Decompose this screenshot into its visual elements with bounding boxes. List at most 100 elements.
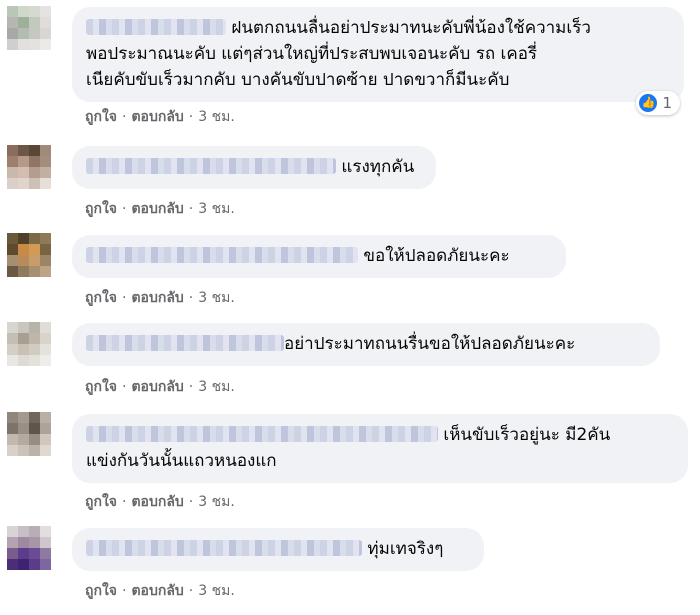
avatar-pixel xyxy=(18,167,29,178)
avatar-pixel xyxy=(40,322,51,333)
avatar-pixel xyxy=(7,145,18,156)
avatar-pixel xyxy=(29,344,40,355)
avatar-pixel xyxy=(7,255,18,266)
avatar-pixel xyxy=(18,526,29,537)
blurred-author-name[interactable] xyxy=(86,426,438,442)
avatar-pixel xyxy=(7,178,18,189)
avatar-pixel xyxy=(18,233,29,244)
avatar-pixel xyxy=(18,537,29,548)
avatar[interactable] xyxy=(7,233,51,277)
avatar-pixel xyxy=(40,145,51,156)
comment-bubble: ทุ่มเทจริงๆ xyxy=(72,528,484,571)
avatar-pixel xyxy=(18,178,29,189)
comment-bubble: แรงทุกคัน xyxy=(72,146,436,189)
comment-bubble: เห็นขับเร็วอยู่นะ มี2คัน แข่งกันวันนั้นแ… xyxy=(72,414,688,483)
avatar-pixel xyxy=(29,526,40,537)
avatar-pixel xyxy=(18,156,29,167)
avatar[interactable] xyxy=(7,6,51,50)
blurred-author-name[interactable] xyxy=(86,335,284,351)
like-button[interactable]: ถูกใจ xyxy=(85,494,117,510)
avatar-pixel xyxy=(29,233,40,244)
avatar-pixel xyxy=(40,167,51,178)
avatar-pixel xyxy=(18,39,29,50)
like-button[interactable]: ถูกใจ xyxy=(85,583,117,599)
thumbs-up-icon: 👍 xyxy=(639,94,658,112)
avatar-pixel xyxy=(7,28,18,39)
avatar-pixel xyxy=(18,322,29,333)
avatar-pixel xyxy=(40,559,51,570)
avatar-pixel xyxy=(7,17,18,28)
avatar-pixel xyxy=(18,412,29,423)
avatar-pixel xyxy=(40,244,51,255)
avatar-pixel xyxy=(40,355,51,366)
avatar-pixel xyxy=(18,559,29,570)
avatar-pixel xyxy=(40,17,51,28)
avatar-pixel xyxy=(40,423,51,434)
avatar-pixel xyxy=(18,17,29,28)
avatar[interactable] xyxy=(7,412,51,456)
blurred-author-name[interactable] xyxy=(86,247,358,263)
avatar-pixel xyxy=(7,344,18,355)
avatar-pixel xyxy=(7,423,18,434)
avatar-pixel xyxy=(29,178,40,189)
reply-button[interactable]: ตอบกลับ xyxy=(131,583,183,599)
avatar[interactable] xyxy=(7,145,51,189)
avatar-pixel xyxy=(18,255,29,266)
timestamp[interactable]: 3 ชม. xyxy=(198,494,235,510)
comment-text-line: ทุ่มเทจริงๆ xyxy=(367,539,444,559)
avatar-pixel xyxy=(7,244,18,255)
avatar-pixel xyxy=(29,6,40,17)
like-button[interactable]: ถูกใจ xyxy=(85,201,117,217)
avatar-pixel xyxy=(7,412,18,423)
timestamp[interactable]: 3 ชม. xyxy=(198,109,235,125)
avatar-pixel xyxy=(18,6,29,17)
avatar-pixel xyxy=(18,344,29,355)
timestamp[interactable]: 3 ชม. xyxy=(198,290,235,306)
avatar-pixel xyxy=(40,156,51,167)
avatar-pixel xyxy=(18,244,29,255)
avatar-pixel xyxy=(40,537,51,548)
avatar-pixel xyxy=(29,355,40,366)
timestamp[interactable]: 3 ชม. xyxy=(198,583,235,599)
timestamp[interactable]: 3 ชม. xyxy=(198,379,235,395)
avatar-pixel xyxy=(18,445,29,456)
comment-text-line: แข่งกันวันนั้นแถวหนองแก xyxy=(86,451,277,471)
reaction-count-badge[interactable]: 👍 1 xyxy=(636,91,680,115)
avatar-pixel xyxy=(18,333,29,344)
avatar-pixel xyxy=(29,445,40,456)
avatar-pixel xyxy=(29,548,40,559)
like-button[interactable]: ถูกใจ xyxy=(85,109,117,125)
avatar-pixel xyxy=(40,344,51,355)
avatar-pixel xyxy=(40,412,51,423)
avatar-pixel xyxy=(29,39,40,50)
avatar[interactable] xyxy=(7,526,51,570)
avatar-pixel xyxy=(29,266,40,277)
blurred-author-name[interactable] xyxy=(86,19,226,35)
comment-text-line: เนียคับขับเร็วมากคับ บางคันขับปาดซ้าย ปา… xyxy=(86,70,510,90)
blurred-author-name[interactable] xyxy=(86,540,362,556)
avatar-pixel xyxy=(40,39,51,50)
reply-button[interactable]: ตอบกลับ xyxy=(131,201,183,217)
like-button[interactable]: ถูกใจ xyxy=(85,290,117,306)
comment-actions: ถูกใจ · ตอบกลับ · 3 ชม. xyxy=(85,109,235,125)
avatar[interactable] xyxy=(7,322,51,366)
avatar-pixel xyxy=(40,255,51,266)
avatar-pixel xyxy=(29,322,40,333)
like-button[interactable]: ถูกใจ xyxy=(85,379,117,395)
avatar-pixel xyxy=(7,266,18,277)
comment-text-line: ขอให้ปลอดภัยนะคะ xyxy=(363,246,510,266)
avatar-pixel xyxy=(18,548,29,559)
blurred-author-name[interactable] xyxy=(86,158,336,174)
avatar-pixel xyxy=(29,244,40,255)
reply-button[interactable]: ตอบกลับ xyxy=(131,379,183,395)
comment-text-line: แรงทุกคัน xyxy=(341,157,415,177)
avatar-pixel xyxy=(18,145,29,156)
avatar-pixel xyxy=(40,233,51,244)
reply-button[interactable]: ตอบกลับ xyxy=(131,494,183,510)
comment-text-line: พอประมาณนะคับ แต่ๆส่วนใหญ่ที่ประสบพบเจอน… xyxy=(86,44,538,64)
avatar-pixel xyxy=(7,233,18,244)
timestamp[interactable]: 3 ชม. xyxy=(198,201,235,217)
reply-button[interactable]: ตอบกลับ xyxy=(131,109,183,125)
avatar-pixel xyxy=(29,167,40,178)
reply-button[interactable]: ตอบกลับ xyxy=(131,290,183,306)
